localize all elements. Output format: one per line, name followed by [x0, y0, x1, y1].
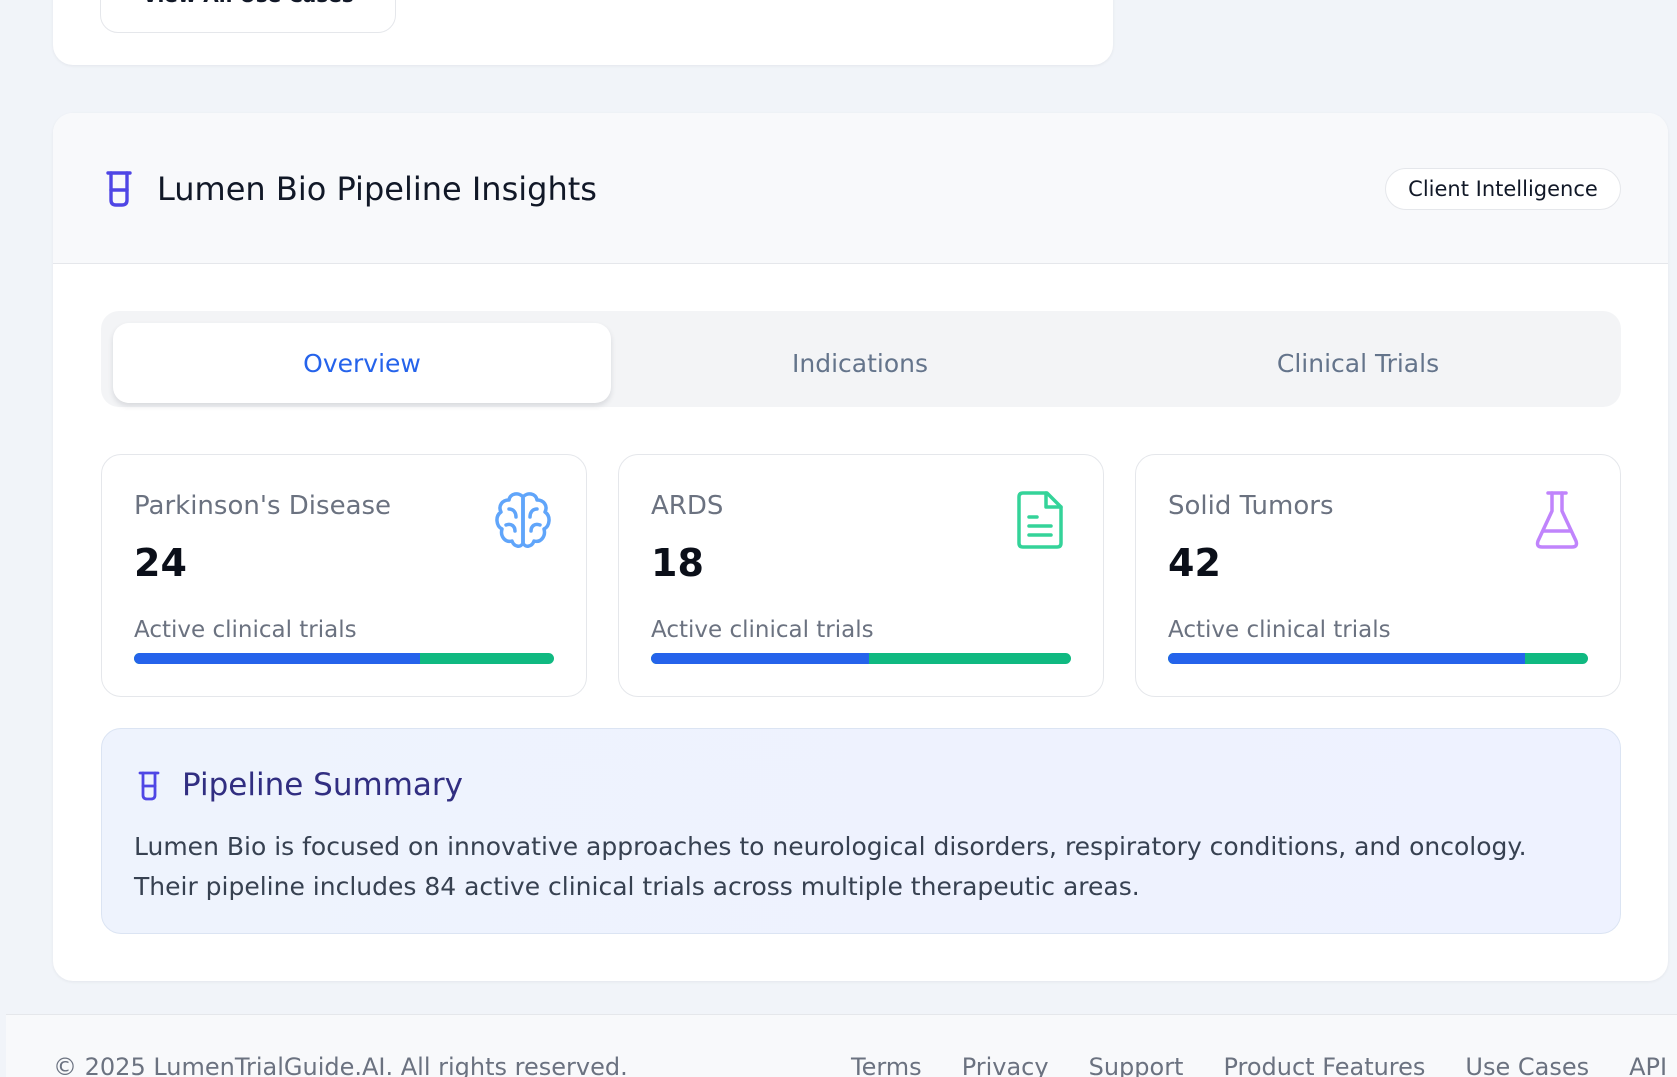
- view-all-use-cases-button[interactable]: View All Use Cases: [100, 0, 396, 33]
- tab-indications[interactable]: Indications: [611, 323, 1109, 403]
- trial-progress-bar: [651, 653, 1071, 664]
- summary-text: Lumen Bio is focused on innovative appro…: [134, 832, 1527, 901]
- footer-link-terms[interactable]: Terms: [851, 1053, 922, 1077]
- use-cases-card: View All Use Cases: [53, 0, 1113, 65]
- pipeline-insights-card: Lumen Bio Pipeline Insights Client Intel…: [53, 113, 1668, 981]
- flask-icon: [1535, 491, 1579, 549]
- brain-icon: [495, 492, 551, 548]
- stat-value: 42: [1168, 541, 1221, 585]
- stat-name: Parkinson's Disease: [134, 491, 392, 521]
- footer: © 2025 LumenTrialGuide.AI. All rights re…: [6, 1014, 1677, 1077]
- trial-progress-bar: [1168, 653, 1588, 664]
- stat-card-solid-tumors: Solid Tumors 42 Active clinical trials: [1135, 454, 1621, 697]
- stat-name: Solid Tumors: [1168, 491, 1334, 521]
- stat-caption: Active clinical trials: [134, 617, 357, 643]
- footer-link-product-features[interactable]: Product Features: [1223, 1053, 1425, 1077]
- pipeline-header: Lumen Bio Pipeline Insights Client Intel…: [53, 113, 1668, 264]
- progress-fill: [1168, 653, 1525, 664]
- footer-links: Terms Privacy Support Product Features U…: [851, 1053, 1667, 1077]
- progress-fill: [651, 653, 870, 664]
- stat-card-ards: ARDS 18 Active clinical trials: [618, 454, 1104, 697]
- footer-link-privacy[interactable]: Privacy: [962, 1053, 1049, 1077]
- footer-link-use-cases[interactable]: Use Cases: [1465, 1053, 1589, 1077]
- footer-link-support[interactable]: Support: [1089, 1053, 1184, 1077]
- stat-card-parkinsons: Parkinson's Disease 24 Active clinical t…: [101, 454, 587, 697]
- stat-name: ARDS: [651, 491, 724, 521]
- footer-link-api[interactable]: API: [1629, 1053, 1667, 1077]
- beaker-icon: [106, 171, 132, 207]
- stat-value: 18: [651, 541, 704, 585]
- stat-value: 24: [134, 541, 187, 585]
- pipeline-summary: Pipeline Summary Lumen Bio is focused on…: [101, 728, 1621, 934]
- document-icon: [1017, 491, 1063, 549]
- insights-tabs: Overview Indications Clinical Trials: [101, 311, 1621, 407]
- client-intelligence-badge: Client Intelligence: [1385, 168, 1621, 210]
- trial-progress-bar: [134, 653, 554, 664]
- tab-clinical-trials[interactable]: Clinical Trials: [1109, 323, 1607, 403]
- beaker-icon: [138, 771, 160, 801]
- copyright: © 2025 LumenTrialGuide.AI. All rights re…: [53, 1053, 628, 1077]
- page-title: Lumen Bio Pipeline Insights: [157, 170, 597, 208]
- summary-title: Pipeline Summary: [182, 767, 463, 803]
- stat-caption: Active clinical trials: [1168, 617, 1391, 643]
- stat-caption: Active clinical trials: [651, 617, 874, 643]
- tab-overview[interactable]: Overview: [113, 323, 611, 403]
- progress-fill: [134, 653, 420, 664]
